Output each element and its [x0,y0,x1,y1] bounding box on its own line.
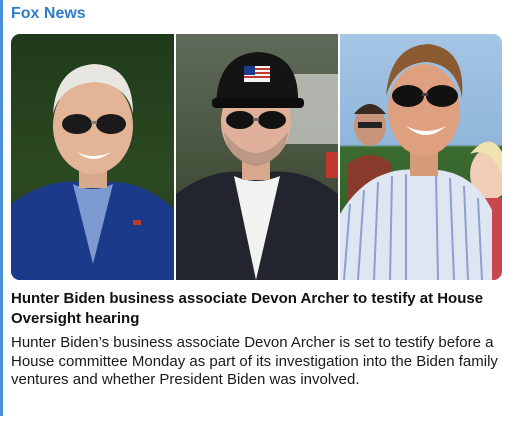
news-headline[interactable]: Hunter Biden business associate Devon Ar… [11,289,506,329]
news-summary: Hunter Biden’s business associate Devon … [11,334,498,388]
photo-1-image [11,34,174,280]
news-photo-1[interactable] [11,34,174,280]
news-photo-2[interactable] [176,34,338,280]
news-source-label[interactable]: Fox News [11,5,86,23]
photo-3-image [340,34,502,280]
news-photo-3[interactable] [340,34,502,280]
news-card[interactable]: Fox News Hunter Biden business associate… [0,0,514,424]
news-image-strip[interactable] [11,34,502,280]
card-accent-bar [0,0,3,416]
photo-2-image [176,34,338,280]
